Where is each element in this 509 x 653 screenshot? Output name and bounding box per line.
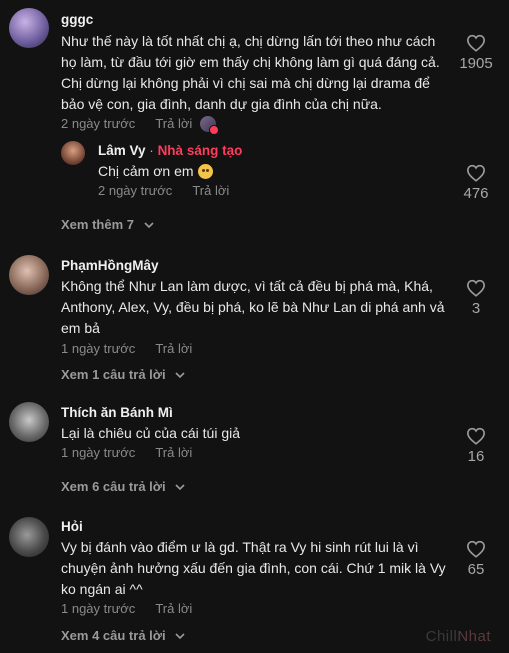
chevron-down-icon — [144, 222, 154, 229]
like-count: 16 — [467, 448, 485, 465]
comment-text: Không thể Như Lan làm dược, vì tất cả đề… — [61, 278, 445, 336]
view-replies-button[interactable]: Xem 4 câu trả lời — [61, 628, 185, 643]
like-count: 476 — [463, 185, 489, 202]
reply-author: Lâm Vy · Nhà sáng tạo — [98, 143, 242, 158]
watermark: ChillNhat — [426, 628, 491, 645]
comment-time: 2 ngày trước — [61, 116, 136, 131]
view-replies-label: Xem 6 câu trả lời — [61, 479, 166, 494]
comment-time: 1 ngày trước — [61, 341, 136, 356]
comment-item: Thích ăn Bánh Mì Lại là chiêu củ của cái… — [0, 398, 509, 498]
comment-text: Vy bị đánh vào điểm ư là gd. Thật ra Vy … — [61, 539, 446, 597]
reply-avatar[interactable] — [61, 141, 85, 165]
reply-button[interactable]: Trả lời — [155, 116, 192, 131]
heart-outline-icon — [466, 540, 486, 558]
comment-text: Lại là chiêu củ của cái túi giả — [61, 425, 240, 441]
view-more-replies[interactable]: Xem thêm 7 — [61, 217, 154, 232]
heart-outline-icon — [466, 427, 486, 445]
view-more-label: Xem thêm 7 — [61, 217, 134, 232]
comment-time: 1 ngày trước — [61, 601, 136, 616]
reply-button[interactable]: Trả lời — [155, 341, 192, 356]
avatar[interactable] — [9, 402, 49, 442]
heart-outline-icon — [466, 34, 486, 52]
watermark-part2: Nhat — [457, 628, 491, 645]
comment-author[interactable]: PhạmHồngMây — [61, 258, 159, 273]
view-replies-button[interactable]: Xem 1 câu trả lời — [61, 367, 185, 382]
comment-meta: 2 ngày trước Trả lời — [61, 116, 220, 135]
reply-text-row: Chị cảm ơn em — [98, 161, 398, 182]
like-button[interactable]: 1905 — [451, 34, 501, 72]
comment-text: Như thế này là tốt nhất chị ạ, chị dừng … — [61, 33, 440, 112]
chevron-down-icon — [175, 372, 185, 379]
comment-meta: 1 ngày trước Trả lời — [61, 601, 192, 616]
chevron-down-icon — [175, 633, 185, 640]
chevron-down-icon — [175, 484, 185, 491]
like-button[interactable]: 65 — [451, 540, 501, 578]
avatar[interactable] — [9, 255, 49, 295]
watermark-part1: Chill — [425, 628, 458, 645]
reply-author-name[interactable]: Lâm Vy — [98, 143, 146, 158]
heart-outline-icon — [466, 164, 486, 182]
separator: · — [149, 143, 154, 158]
comment-author[interactable]: Thích ăn Bánh Mì — [61, 405, 173, 420]
comment-author[interactable]: Hỏi — [61, 519, 83, 534]
creator-badge: Nhà sáng tạo — [157, 143, 243, 158]
like-count: 3 — [471, 300, 481, 317]
comment-meta: 1 ngày trước Trả lời — [61, 341, 192, 356]
view-replies-label: Xem 4 câu trả lời — [61, 628, 166, 643]
flushed-emoji-icon — [197, 164, 213, 179]
creator-liked-avatar — [200, 116, 220, 135]
like-count: 1905 — [459, 55, 493, 72]
like-button[interactable]: 476 — [451, 164, 501, 202]
comment-author[interactable]: gggc — [61, 12, 93, 27]
like-button[interactable]: 16 — [451, 427, 501, 465]
comment-item: PhạmHồngMây Không thể Như Lan làm dược, … — [0, 250, 509, 382]
avatar[interactable] — [9, 517, 49, 557]
reply-meta: 2 ngày trước Trả lời — [98, 183, 229, 198]
view-replies-label: Xem 1 câu trả lời — [61, 367, 166, 382]
reply-button[interactable]: Trả lời — [155, 445, 192, 460]
heart-outline-icon — [466, 279, 486, 297]
reply-text: Chị cảm ơn em — [98, 163, 194, 179]
heart-badge-icon — [209, 125, 220, 135]
like-count: 65 — [467, 561, 485, 578]
view-replies-button[interactable]: Xem 6 câu trả lời — [61, 479, 185, 494]
comment-item: gggc Như thế này là tốt nhất chị ạ, chị … — [0, 0, 509, 232]
like-button[interactable]: 3 — [451, 279, 501, 317]
comment-meta: 1 ngày trước Trả lời — [61, 445, 192, 460]
comment-time: 1 ngày trước — [61, 445, 136, 460]
reply-button[interactable]: Trả lời — [192, 183, 229, 198]
avatar[interactable] — [9, 8, 49, 48]
reply-button[interactable]: Trả lời — [155, 601, 192, 616]
reply-time: 2 ngày trước — [98, 183, 173, 198]
